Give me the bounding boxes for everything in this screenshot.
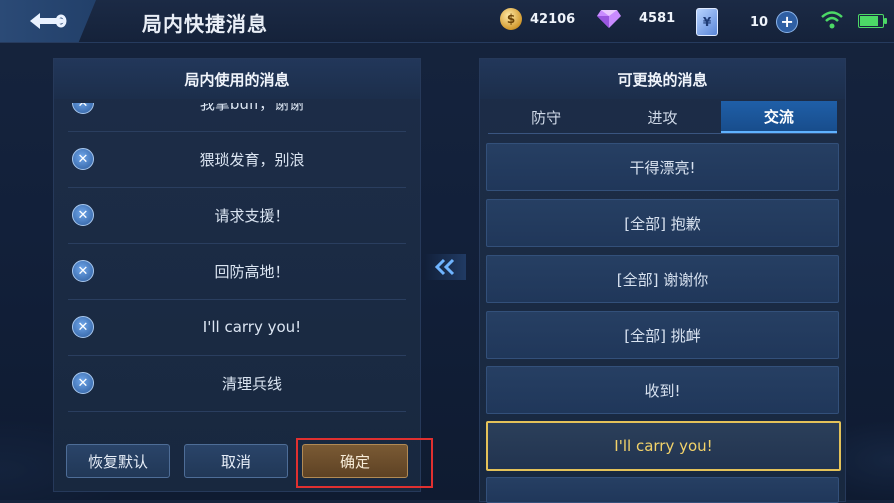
list-item: ✕ 请求支援！ [68,187,406,244]
cancel-button[interactable]: 取消 [184,444,288,478]
close-icon[interactable]: ✕ [72,316,94,338]
list-item: ✕ I'll carry you! [68,299,406,356]
swap-arrows [424,254,466,280]
option-item-selected[interactable]: I'll carry you! [486,421,841,471]
gold-coin-icon: $ [500,8,522,30]
gold-balance: $ 42106 [500,8,575,30]
coupon-amount: 10 [750,14,769,30]
option-item[interactable]: 收到! [486,366,839,414]
double-chevron-left-icon [434,258,455,276]
add-coupon-button[interactable]: + [776,11,799,33]
wifi-icon [821,11,843,29]
message-text: 猥琐发育，别浪 [199,150,305,169]
option-item[interactable]: [全部] 抱歉 [486,199,839,247]
close-icon[interactable]: ✕ [72,103,94,114]
list-item: ✕ 清理兵线 [68,355,406,412]
in-game-message-list[interactable]: ✕ 我拿buff，谢谢 ✕ 猥琐发育，别浪 ✕ 请求支援！ ✕ 回防高地！ ✕ … [68,103,406,455]
close-icon[interactable]: ✕ [72,372,94,394]
close-icon[interactable]: ✕ [72,148,94,170]
confirm-highlight-frame [296,438,433,488]
message-text: 回防高地！ [214,262,290,281]
coupon-card-icon: ¥ [696,8,718,36]
list-item: ✕ 我拿buff，谢谢 [68,103,406,132]
tab-communication[interactable]: 交流 [720,101,837,133]
tab-attack[interactable]: 进攻 [604,101,720,133]
back-arrow-icon [30,13,67,29]
diamond-balance: 4581 [597,8,675,28]
option-item[interactable]: [全部] 挑衅 [486,311,839,359]
close-icon[interactable]: ✕ [72,260,94,282]
message-text: I'll carry you! [202,318,302,336]
reset-default-button[interactable]: 恢复默认 [66,444,170,478]
replaceable-messages-heading: 可更换的消息 [480,59,845,99]
message-text: 清理兵线 [221,374,282,393]
tab-defense[interactable]: 防守 [488,101,604,133]
option-item[interactable]: [全部] 谢谢你 [486,255,839,303]
message-text: 我拿buff，谢谢 [199,103,305,113]
diamond-icon [597,10,621,28]
in-game-messages-heading: 局内使用的消息 [54,59,420,99]
in-game-messages-panel: 局内使用的消息 ✕ 我拿buff，谢谢 ✕ 猥琐发育，别浪 ✕ 请求支援！ ✕ … [53,58,421,492]
option-item-partial[interactable] [486,477,839,503]
coupon-balance: ¥ 10 + [696,8,799,36]
message-text: 请求支援！ [214,206,290,225]
option-item[interactable]: 干得漂亮! [486,143,839,191]
replaceable-messages-panel: 可更换的消息 防守 进攻 交流 干得漂亮! [全部] 抱歉 [全部] 谢谢你 [… [479,58,846,503]
page-title: 局内快捷消息 [142,12,268,36]
top-bar: 局内快捷消息 $ 42106 4581 ¥ 10 + [0,0,894,43]
gold-amount: 42106 [530,11,576,27]
back-button[interactable] [0,0,96,42]
list-item: ✕ 猥琐发育，别浪 [68,131,406,188]
diamond-amount: 4581 [639,10,676,26]
list-item: ✕ 回防高地！ [68,243,406,300]
battery-icon [858,14,887,28]
message-category-tabs: 防守 进攻 交流 [488,101,837,134]
close-icon[interactable]: ✕ [72,204,94,226]
